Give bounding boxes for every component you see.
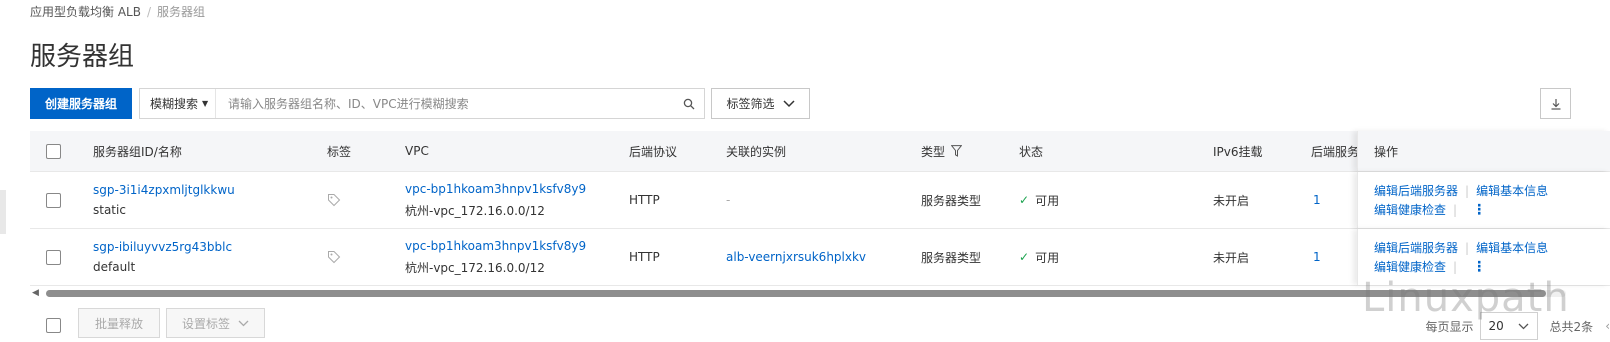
side-panel-handle[interactable] bbox=[0, 190, 6, 234]
header-status: 状态 bbox=[1019, 144, 1044, 159]
id-name-cell: sgp-ibiluyvvz5rg43bblc default bbox=[93, 229, 232, 285]
more-actions-icon[interactable]: ⋮ bbox=[1472, 260, 1486, 274]
batch-release-button[interactable]: 批量释放 bbox=[78, 308, 160, 338]
tag-icon[interactable] bbox=[327, 193, 341, 207]
select-all-checkbox[interactable] bbox=[46, 143, 61, 159]
tag-icon[interactable] bbox=[327, 250, 341, 264]
ops-cell: 编辑后端服务器 | 编辑基本信息 编辑健康检查 | ⋮ bbox=[1357, 172, 1610, 228]
select-all-cell bbox=[46, 131, 61, 171]
header-protocol: 后端协议 bbox=[629, 144, 678, 159]
ipv6-cell: 未开启 bbox=[1213, 250, 1250, 265]
tag-cell bbox=[327, 172, 341, 228]
status-cell: ✓ 可用 bbox=[1019, 172, 1059, 228]
row-select-cell bbox=[46, 229, 61, 285]
caret-down-icon: ▼ bbox=[202, 99, 209, 108]
ipv6-cell: 未开启 bbox=[1213, 193, 1250, 208]
vpc-cell: vpc-bp1hkoam3hnpv1ksfv8y9 杭州-vpc_172.16.… bbox=[405, 229, 586, 285]
more-actions-icon[interactable]: ⋮ bbox=[1472, 203, 1486, 217]
page-size-value: 20 bbox=[1488, 319, 1504, 333]
prev-page-icon[interactable]: ‹ bbox=[1605, 319, 1610, 333]
set-tags-button[interactable]: 设置标签 bbox=[166, 308, 265, 338]
server-group-name: default bbox=[93, 260, 136, 274]
search-box: 模糊搜索 ▼ ✕ bbox=[139, 88, 704, 119]
instance-link[interactable]: alb-veernjxrsuk6hplxkv bbox=[726, 229, 866, 285]
header-ops: 操作 bbox=[1374, 144, 1399, 159]
row-select-cell bbox=[46, 172, 61, 228]
page-title: 服务器组 bbox=[30, 42, 135, 72]
server-group-table: 服务器组ID/名称 标签 VPC 后端协议 关联的实例 类型 状态 IPv6挂载… bbox=[30, 131, 1610, 286]
backend-count-link[interactable]: 1 bbox=[1313, 229, 1321, 285]
set-tags-label: 设置标签 bbox=[181, 316, 230, 331]
protocol-cell: HTTP bbox=[629, 250, 660, 264]
vpc-id-link[interactable]: vpc-bp1hkoam3hnpv1ksfv8y9 bbox=[405, 239, 586, 253]
breadcrumb-separator: / bbox=[146, 5, 151, 19]
edit-basic-info-link[interactable]: 编辑基本信息 bbox=[1476, 182, 1548, 199]
protocol-cell: HTTP bbox=[629, 193, 660, 207]
breadcrumb: 应用型负载均衡 ALB / 服务器组 bbox=[30, 3, 205, 20]
row-checkbox[interactable] bbox=[46, 192, 61, 208]
edit-health-check-link[interactable]: 编辑健康检查 bbox=[1374, 258, 1446, 275]
download-icon bbox=[1551, 98, 1560, 110]
server-group-id-link[interactable]: sgp-ibiluyvvz5rg43bblc bbox=[93, 240, 232, 254]
search-icon bbox=[683, 98, 695, 109]
header-tags: 标签 bbox=[327, 144, 352, 159]
edit-health-check-link[interactable]: 编辑健康检查 bbox=[1374, 201, 1446, 218]
scroll-thumb[interactable] bbox=[46, 290, 1546, 297]
toolbar: 创建服务器组 模糊搜索 ▼ ✕ 标签筛选 bbox=[30, 88, 1610, 120]
header-type: 类型 bbox=[921, 144, 946, 159]
check-icon: ✓ bbox=[1019, 250, 1030, 264]
vpc-name: 杭州-vpc_172.16.0.0/12 bbox=[405, 260, 545, 275]
instance-cell: - bbox=[726, 193, 731, 207]
edit-basic-info-link[interactable]: 编辑基本信息 bbox=[1476, 239, 1548, 256]
vpc-name: 杭州-vpc_172.16.0.0/12 bbox=[405, 203, 545, 218]
scroll-left-arrow-icon[interactable]: ◀ bbox=[32, 288, 39, 298]
ops-divider: | bbox=[1453, 202, 1458, 217]
chevron-down-icon bbox=[782, 99, 795, 107]
breadcrumb-current: 服务器组 bbox=[157, 5, 206, 19]
header-ipv6: IPv6挂载 bbox=[1213, 144, 1263, 159]
server-group-id-link[interactable]: sgp-3i1i4zpxmljtglkkwu bbox=[93, 183, 235, 197]
server-group-name: static bbox=[93, 203, 126, 217]
watermark: Linuxpath bbox=[1362, 275, 1570, 321]
chevron-down-icon bbox=[238, 320, 249, 326]
ops-divider: | bbox=[1465, 240, 1470, 255]
search-button[interactable] bbox=[674, 88, 705, 119]
status-text: 可用 bbox=[1035, 193, 1060, 208]
edit-backend-servers-link[interactable]: 编辑后端服务器 bbox=[1374, 239, 1458, 256]
status-cell: ✓ 可用 bbox=[1019, 229, 1059, 285]
check-icon: ✓ bbox=[1019, 193, 1030, 207]
header-type-cell: 类型 bbox=[921, 131, 963, 171]
breadcrumb-parent-link[interactable]: 应用型负载均衡 ALB bbox=[30, 5, 141, 19]
header-vpc: VPC bbox=[405, 144, 429, 158]
type-cell: 服务器类型 bbox=[921, 250, 982, 265]
download-button[interactable] bbox=[1540, 88, 1571, 119]
edit-backend-servers-link[interactable]: 编辑后端服务器 bbox=[1374, 182, 1458, 199]
tag-filter-label: 标签筛选 bbox=[726, 97, 775, 111]
table-row: sgp-3i1i4zpxmljtglkkwu static vpc-bp1hko… bbox=[30, 172, 1610, 229]
tag-filter-dropdown[interactable]: 标签筛选 bbox=[711, 88, 810, 119]
header-id-name: 服务器组ID/名称 bbox=[93, 144, 182, 159]
vpc-cell: vpc-bp1hkoam3hnpv1ksfv8y9 杭州-vpc_172.16.… bbox=[405, 172, 586, 228]
chevron-down-icon bbox=[1518, 323, 1529, 329]
header-instance: 关联的实例 bbox=[726, 144, 787, 159]
tag-cell bbox=[327, 229, 341, 285]
id-name-cell: sgp-3i1i4zpxmljtglkkwu static bbox=[93, 172, 235, 228]
create-server-group-button[interactable]: 创建服务器组 bbox=[30, 88, 132, 119]
row-checkbox[interactable] bbox=[46, 249, 61, 265]
footer-select-all-checkbox[interactable] bbox=[46, 318, 61, 333]
header-backend: 后端服务 bbox=[1311, 144, 1360, 159]
ops-divider: | bbox=[1453, 259, 1458, 274]
vpc-id-link[interactable]: vpc-bp1hkoam3hnpv1ksfv8y9 bbox=[405, 182, 586, 196]
ops-divider: | bbox=[1465, 183, 1470, 198]
type-cell: 服务器类型 bbox=[921, 193, 982, 208]
search-input[interactable] bbox=[216, 89, 675, 118]
table-header: 服务器组ID/名称 标签 VPC 后端协议 关联的实例 类型 状态 IPv6挂载… bbox=[30, 131, 1610, 172]
status-text: 可用 bbox=[1035, 250, 1060, 265]
backend-count-link[interactable]: 1 bbox=[1313, 172, 1321, 228]
filter-icon[interactable] bbox=[951, 145, 963, 157]
search-type-label: 模糊搜索 bbox=[150, 97, 199, 111]
header-ops-column: 操作 bbox=[1357, 131, 1610, 171]
search-type-select[interactable]: 模糊搜索 ▼ bbox=[140, 89, 216, 118]
